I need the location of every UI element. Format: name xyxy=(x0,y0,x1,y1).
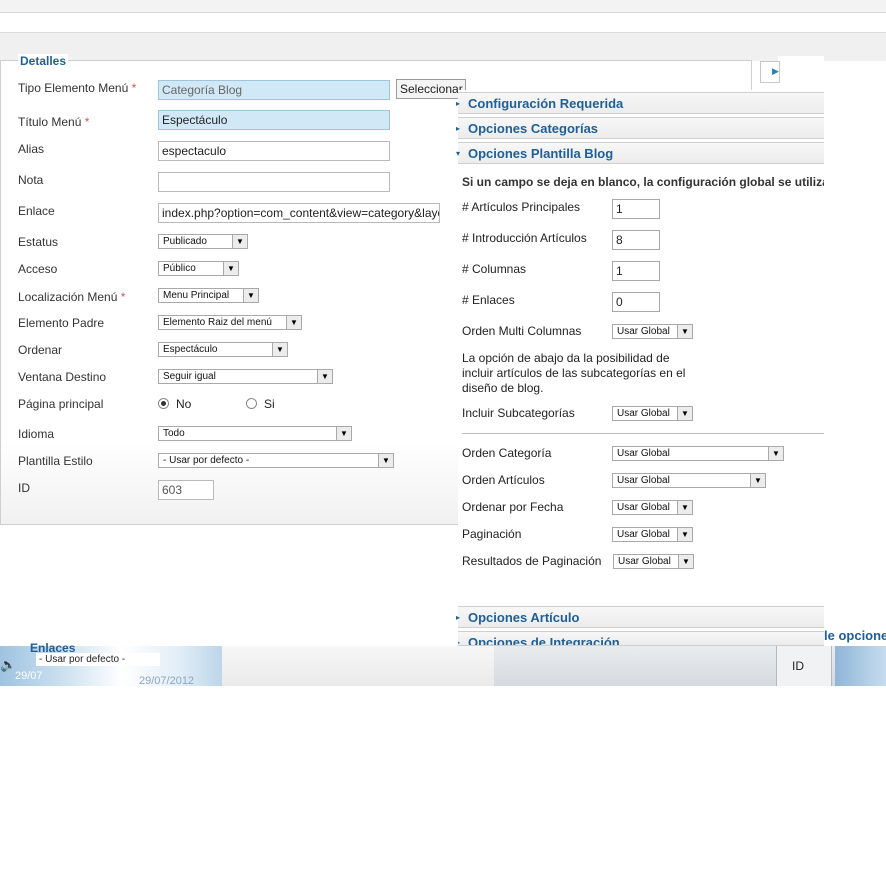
menu-title-input[interactable]: Espectáculo xyxy=(158,110,390,130)
chevron-down-icon: ▼ xyxy=(677,407,692,420)
chevron-down-icon: ▼ xyxy=(768,447,783,460)
note-input[interactable] xyxy=(158,172,390,192)
taskbar-middle xyxy=(222,646,494,686)
intro-articles-input[interactable]: 8 xyxy=(612,230,660,250)
subcat-help-line-1: La opción de abajo da la posibilidad de xyxy=(462,351,670,365)
home-yes-radio[interactable] xyxy=(246,398,257,409)
date-left-fragment: 29/07 xyxy=(15,670,43,682)
ordering-select[interactable]: Espectáculo ▼ xyxy=(158,342,288,357)
target-window-label: Ventana Destino xyxy=(18,370,107,384)
subcat-help-line-3: diseño de blog. xyxy=(462,381,544,395)
menu-item-type-label: Tipo Elemento Menú * xyxy=(18,81,137,95)
chevron-down-icon: ▼ xyxy=(243,289,258,302)
target-window-select[interactable]: Seguir igual ▼ xyxy=(158,369,333,384)
expand-icon: ▶ xyxy=(772,66,779,76)
parent-item-select[interactable]: Elemento Raiz del menú ▼ xyxy=(158,315,302,330)
sidebar-fragment xyxy=(778,56,824,92)
chevron-down-icon: ▼ xyxy=(677,528,692,541)
chevron-down-icon: ▼ xyxy=(286,316,301,329)
section-category-options[interactable]: ▸ Opciones Categorías xyxy=(456,117,824,139)
date-mid-fragment: 29/07/2012 xyxy=(139,675,195,687)
intro-articles-label: # Introducción Artículos xyxy=(462,231,587,245)
toolbar-band xyxy=(0,32,886,61)
details-legend: Detalles xyxy=(18,54,69,68)
chevron-down-icon: ▼ xyxy=(232,235,247,248)
menu-title-label: Título Menú * xyxy=(18,115,90,129)
language-label: Idioma xyxy=(18,427,55,441)
section-article-options[interactable]: ▸ Opciones Artículo xyxy=(456,606,824,628)
category-order-select[interactable]: Usar Global ▼ xyxy=(612,446,784,461)
chevron-down-icon: ▼ xyxy=(317,370,332,383)
alias-label: Alias xyxy=(18,142,45,156)
chevron-down-icon: ▼ xyxy=(272,343,287,356)
chevron-down-icon: ▼ xyxy=(677,325,692,338)
chevron-down-icon: ▼ xyxy=(750,474,765,487)
menu-item-type-field: Categoría Blog xyxy=(158,80,390,100)
note-label: Nota xyxy=(18,173,44,187)
options-fragment: le opciones xyxy=(824,628,886,643)
link-label: Enlace xyxy=(18,204,55,218)
collapse-icon: ▾ xyxy=(456,149,461,158)
section-blog-layout-options[interactable]: ▾ Opciones Plantilla Blog xyxy=(456,142,824,164)
expand-icon: ▸ xyxy=(456,99,461,108)
global-config-notice: Si un campo se deja en blanco, la config… xyxy=(462,175,824,189)
pagination-label: Paginación xyxy=(462,527,522,541)
top-strip xyxy=(0,0,886,13)
taskbar-id-cell xyxy=(776,646,832,686)
chevron-down-icon: ▼ xyxy=(378,454,393,467)
include-subcats-select[interactable]: Usar Global ▼ xyxy=(612,406,693,421)
leading-articles-input[interactable]: 1 xyxy=(612,199,660,219)
expand-icon: ▸ xyxy=(458,632,460,645)
expand-icon: ▸ xyxy=(456,613,461,622)
article-order-label: Orden Artículos xyxy=(462,473,545,487)
id-column-header: ID xyxy=(792,659,804,673)
menu-location-label: Localización Menú * xyxy=(18,290,126,304)
access-select[interactable]: Público ▼ xyxy=(158,261,239,276)
id-label: ID xyxy=(18,481,30,495)
multi-column-order-select[interactable]: Usar Global ▼ xyxy=(612,324,693,339)
article-order-select[interactable]: Usar Global ▼ xyxy=(612,473,766,488)
chevron-down-icon: ▼ xyxy=(677,501,692,514)
template-style-label: Plantilla Estilo xyxy=(18,454,93,468)
pagination-results-select[interactable]: Usar Global ▼ xyxy=(613,554,694,569)
section-required-config[interactable]: ▸ Configuración Requerida xyxy=(456,92,824,114)
links-input[interactable]: 0 xyxy=(612,292,660,312)
leading-articles-label: # Artículos Principales xyxy=(462,200,581,214)
date-order-label: Ordenar por Fecha xyxy=(462,500,564,514)
taskbar-right-gradient xyxy=(835,646,886,686)
chevron-down-icon: ▼ xyxy=(223,262,238,275)
speaker-icon[interactable]: 🔈 xyxy=(0,657,16,673)
chevron-down-icon: ▼ xyxy=(678,555,693,568)
home-page-label: Página principal xyxy=(18,397,104,411)
date-order-select[interactable]: Usar Global ▼ xyxy=(612,500,693,515)
home-no-radio[interactable] xyxy=(158,398,169,409)
ordering-label: Ordenar xyxy=(18,343,63,357)
menu-location-select[interactable]: Menu Principal ▼ xyxy=(158,288,259,303)
status-label: Estatus xyxy=(18,235,59,249)
columns-input[interactable]: 1 xyxy=(612,261,660,281)
link-input[interactable]: index.php?option=com_content&view=catego… xyxy=(158,203,440,223)
subcat-help-line-2: incluir artículos de las subcategorías e… xyxy=(462,366,686,380)
status-select[interactable]: Publicado ▼ xyxy=(158,234,248,249)
access-label: Acceso xyxy=(18,262,58,276)
default-text-fragment: - Usar por defecto - xyxy=(36,653,160,666)
columns-label: # Columnas xyxy=(462,262,527,276)
pagination-results-label: Resultados de Paginación xyxy=(462,554,602,568)
language-select[interactable]: Todo ▼ xyxy=(158,426,352,441)
links-label: # Enlaces xyxy=(462,293,515,307)
alias-input[interactable]: espectaculo xyxy=(158,141,390,161)
chevron-down-icon: ▼ xyxy=(336,427,351,440)
id-field: 603 xyxy=(158,480,214,500)
pagination-select[interactable]: Usar Global ▼ xyxy=(612,527,693,542)
category-order-label: Orden Categoría xyxy=(462,446,552,460)
home-no-label: No xyxy=(176,397,192,411)
expand-icon: ▸ xyxy=(456,124,461,133)
multi-column-order-label: Orden Multi Columnas xyxy=(462,324,582,338)
include-subcats-label: Incluir Subcategorías xyxy=(462,406,575,420)
divider xyxy=(462,433,824,434)
template-style-select[interactable]: - Usar por defecto - ▼ xyxy=(158,453,394,468)
home-yes-label: Si xyxy=(264,397,275,411)
parent-item-label: Elemento Padre xyxy=(18,316,105,330)
section-integration-options[interactable]: ▸Opciones de Integración xyxy=(458,631,824,646)
